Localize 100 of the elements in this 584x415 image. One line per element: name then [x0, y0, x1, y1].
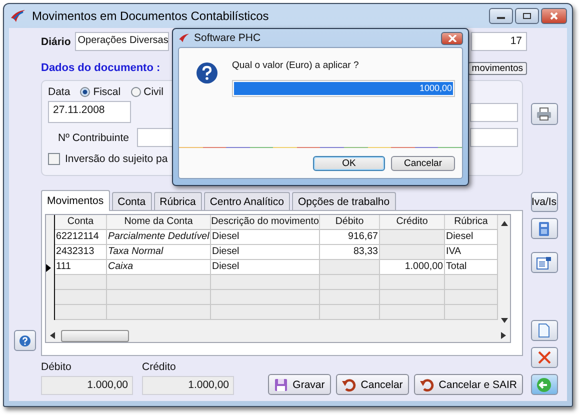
close-icon — [549, 12, 559, 20]
ok-button[interactable]: OK — [313, 156, 385, 171]
section-title: Dados do documento : — [41, 62, 160, 74]
table-cell: Diesel — [211, 230, 320, 245]
inversao-checkbox[interactable]: Inversão do sujeito pa — [48, 153, 168, 165]
contribuinte-label: Nº Contribuinte — [58, 132, 129, 144]
save-icon — [274, 378, 288, 392]
table-cell: Caixa — [107, 260, 211, 275]
undo-icon — [420, 378, 434, 392]
delete-button[interactable] — [530, 347, 558, 368]
table-cell: Diesel — [211, 260, 320, 275]
column-header[interactable]: Conta — [55, 215, 107, 230]
table-cell: 62212114 — [55, 230, 107, 245]
column-header[interactable]: Nome da Conta — [107, 215, 211, 230]
column-header[interactable]: Débito — [320, 215, 380, 230]
calculator-icon — [538, 220, 550, 236]
scroll-up-icon[interactable] — [501, 221, 508, 226]
movimentos-button[interactable]: movimentos — [468, 62, 527, 74]
text-field[interactable] — [470, 102, 518, 122]
save-button[interactable]: Gravar — [268, 374, 331, 395]
table-cell — [380, 290, 445, 305]
help-button[interactable] — [14, 330, 36, 351]
column-header[interactable]: Descrição do movimento — [211, 215, 320, 230]
date-label: Data — [48, 86, 70, 98]
scroll-left-icon[interactable] — [50, 332, 55, 339]
table-cell: 2432313 — [55, 245, 107, 260]
table-cell — [380, 305, 445, 320]
calculator-button[interactable] — [530, 218, 558, 239]
close-icon — [448, 34, 456, 42]
tab[interactable]: Opções de trabalho — [292, 192, 396, 210]
undo-icon — [342, 378, 356, 392]
scroll-thumb[interactable] — [61, 330, 129, 342]
number-field[interactable]: 17 — [471, 32, 527, 51]
table-cell — [55, 275, 107, 290]
cancel-button[interactable]: Cancelar e SAIR — [414, 374, 523, 395]
close-button[interactable] — [541, 8, 567, 24]
value-field[interactable]: 1000,00 — [232, 80, 455, 97]
table-cell: IVA — [445, 245, 498, 260]
table-cell: Diesel — [211, 245, 320, 260]
tab[interactable]: Centro Analítico — [204, 192, 290, 210]
table-cell — [380, 275, 445, 290]
table-cell — [445, 275, 498, 290]
tab[interactable]: Rúbrica — [154, 192, 202, 210]
maximize-button[interactable] — [515, 8, 539, 24]
table-cell: 1.000,00 — [380, 260, 445, 275]
table-cell: Diesel — [445, 230, 498, 245]
prompt-text: Qual o valor (Euro) a aplicar ? — [232, 60, 360, 71]
cancel-button[interactable]: Cancelar — [391, 156, 455, 171]
document-icon — [538, 323, 550, 338]
table-cell: 916,67 — [320, 230, 380, 245]
table-cell: 111 — [55, 260, 107, 275]
table-cell — [380, 245, 445, 260]
column-header[interactable]: Rúbrica — [445, 215, 498, 230]
app-logo-icon — [10, 9, 26, 23]
table-cell — [445, 290, 498, 305]
date-type-radio[interactable]: Civil — [130, 86, 164, 98]
date-field[interactable]: 27.11.2008 — [48, 101, 131, 123]
table-cell — [320, 260, 380, 275]
table-cell — [445, 305, 498, 320]
table-cell: Parcialmente Dedutível — [107, 230, 211, 245]
total-label: Crédito — [142, 361, 177, 373]
table-cell: 83,33 — [320, 245, 380, 260]
total-field: 1.000,00 — [41, 376, 133, 395]
iva-button[interactable]: Iva/Is — [530, 192, 558, 212]
help-icon — [19, 334, 31, 346]
table-cell: Taxa Normal — [107, 245, 211, 260]
delete-icon — [538, 351, 550, 364]
current-row-icon — [46, 264, 51, 272]
app-logo-icon — [178, 33, 190, 43]
question-icon — [196, 62, 218, 84]
diario-field[interactable]: Operações Diversas — [74, 32, 169, 51]
close-button[interactable] — [441, 32, 463, 44]
column-header[interactable]: Crédito — [380, 215, 445, 230]
exit-button[interactable] — [530, 374, 558, 395]
tab[interactable]: Conta — [112, 192, 152, 210]
table-cell — [320, 305, 380, 320]
dialog-title: Software PHC — [194, 32, 261, 44]
form-button[interactable] — [530, 252, 558, 273]
scroll-down-icon[interactable] — [501, 318, 508, 323]
scroll-right-icon[interactable] — [501, 332, 506, 339]
print-button[interactable] — [530, 103, 558, 125]
table-cell — [320, 290, 380, 305]
form-icon — [536, 256, 552, 270]
minimize-button[interactable] — [489, 8, 513, 24]
table-cell — [320, 275, 380, 290]
total-field: 1.000,00 — [142, 376, 234, 395]
cancel-button[interactable]: Cancelar — [336, 374, 409, 395]
table-cell: Total — [445, 260, 498, 275]
new-document-button[interactable] — [530, 320, 558, 341]
table-cell — [380, 230, 445, 245]
date-type-radio[interactable]: Fiscal — [80, 86, 121, 98]
text-field[interactable] — [470, 128, 518, 147]
table-cell — [55, 290, 107, 305]
printer-icon — [536, 107, 552, 121]
table-cell — [55, 305, 107, 320]
total-label: Débito — [41, 361, 72, 373]
diario-label: Diário — [41, 36, 71, 48]
window-title: Movimentos em Documentos Contabilísticos — [32, 9, 269, 23]
maximize-icon — [522, 12, 532, 20]
tab[interactable]: Movimentos — [41, 190, 110, 211]
